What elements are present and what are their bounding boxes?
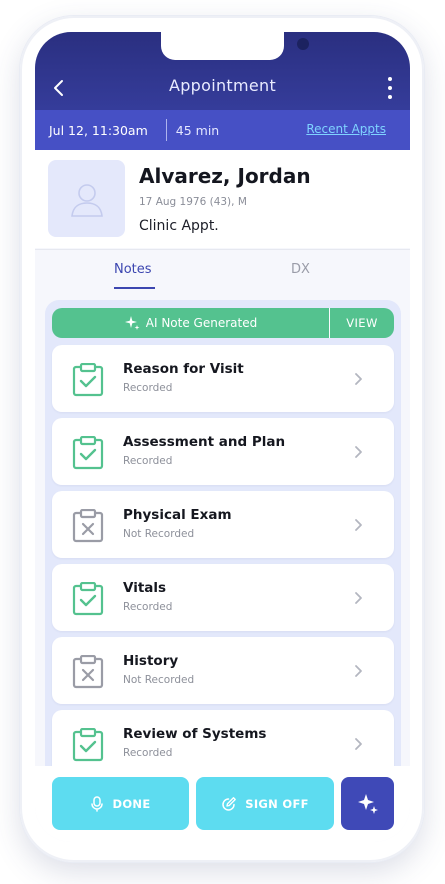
patient-card: Alvarez, Jordan 17 Aug 1976 (43), M Clin… [35, 150, 410, 248]
tab-bar: Notes DX [35, 249, 410, 302]
item-title: Review of Systems [123, 726, 267, 742]
view-button[interactable]: VIEW [330, 308, 394, 338]
appointment-datetime: Jul 12, 11:30am [49, 122, 148, 138]
app-header: Appointment Jul 12, 11:30am 45 min Recen… [35, 32, 410, 150]
list-item[interactable]: Reason for Visit Recorded [52, 345, 394, 412]
edit-circle-icon [222, 796, 237, 811]
clipboard-x-icon [72, 655, 104, 689]
item-title: Assessment and Plan [123, 434, 286, 450]
chevron-right-icon [355, 738, 362, 750]
clipboard-check-icon [72, 582, 104, 616]
list-item[interactable]: Vitals Recorded [52, 564, 394, 631]
sign-off-label: SIGN OFF [245, 796, 309, 811]
item-status: Recorded [123, 601, 173, 613]
ai-note-bar: AI Note Generated VIEW [52, 308, 394, 338]
chevron-right-icon [355, 592, 362, 604]
item-title: Reason for Visit [123, 361, 244, 377]
recent-appointments-link[interactable]: Recent Appts [306, 122, 386, 136]
item-title: Physical Exam [123, 507, 232, 523]
notes-list: Reason for Visit Recorded Assessment and… [52, 345, 394, 783]
appointment-info-bar: Jul 12, 11:30am 45 min Recent Appts [35, 110, 410, 150]
done-button[interactable]: DONE [52, 777, 189, 830]
kebab-menu-icon[interactable] [384, 74, 396, 102]
chevron-right-icon [355, 446, 362, 458]
tab-dx[interactable]: DX [291, 262, 310, 277]
chevron-right-icon [355, 373, 362, 385]
divider [165, 119, 167, 141]
item-status: Not Recorded [123, 528, 195, 540]
item-status: Not Recorded [123, 674, 195, 686]
chevron-right-icon [355, 519, 362, 531]
phone-notch [161, 32, 309, 60]
clipboard-check-icon [72, 363, 104, 397]
sparkle-icon [357, 793, 378, 814]
camera-icon [297, 38, 309, 50]
list-item[interactable]: Assessment and Plan Recorded [52, 418, 394, 485]
active-tab-indicator [114, 287, 155, 289]
patient-name: Alvarez, Jordan [139, 164, 311, 188]
visit-type: Clinic Appt. [139, 218, 219, 234]
clipboard-check-icon [72, 436, 104, 470]
sparkle-icon [124, 316, 140, 330]
microphone-icon [91, 795, 104, 812]
sign-off-button[interactable]: SIGN OFF [196, 777, 334, 830]
item-title: Vitals [123, 580, 167, 596]
patient-dob: 17 Aug 1976 (43), M [139, 196, 247, 208]
avatar [48, 160, 125, 237]
tab-notes[interactable]: Notes [114, 262, 152, 277]
item-title: History [123, 653, 179, 669]
list-item[interactable]: History Not Recorded [52, 637, 394, 704]
item-status: Recorded [123, 382, 173, 394]
list-item[interactable]: Physical Exam Not Recorded [52, 491, 394, 558]
ai-note-label: AI Note Generated [145, 316, 258, 330]
ai-assist-button[interactable] [341, 777, 394, 830]
clipboard-check-icon [72, 728, 104, 762]
item-status: Recorded [123, 455, 173, 467]
appointment-duration: 45 min [175, 122, 220, 138]
chevron-right-icon [355, 665, 362, 677]
page-title: Appointment [168, 76, 277, 95]
user-icon [70, 183, 103, 217]
done-label: DONE [112, 796, 151, 811]
clipboard-x-icon [72, 509, 104, 543]
item-status: Recorded [123, 747, 173, 759]
ai-note-button[interactable]: AI Note Generated [52, 308, 329, 338]
